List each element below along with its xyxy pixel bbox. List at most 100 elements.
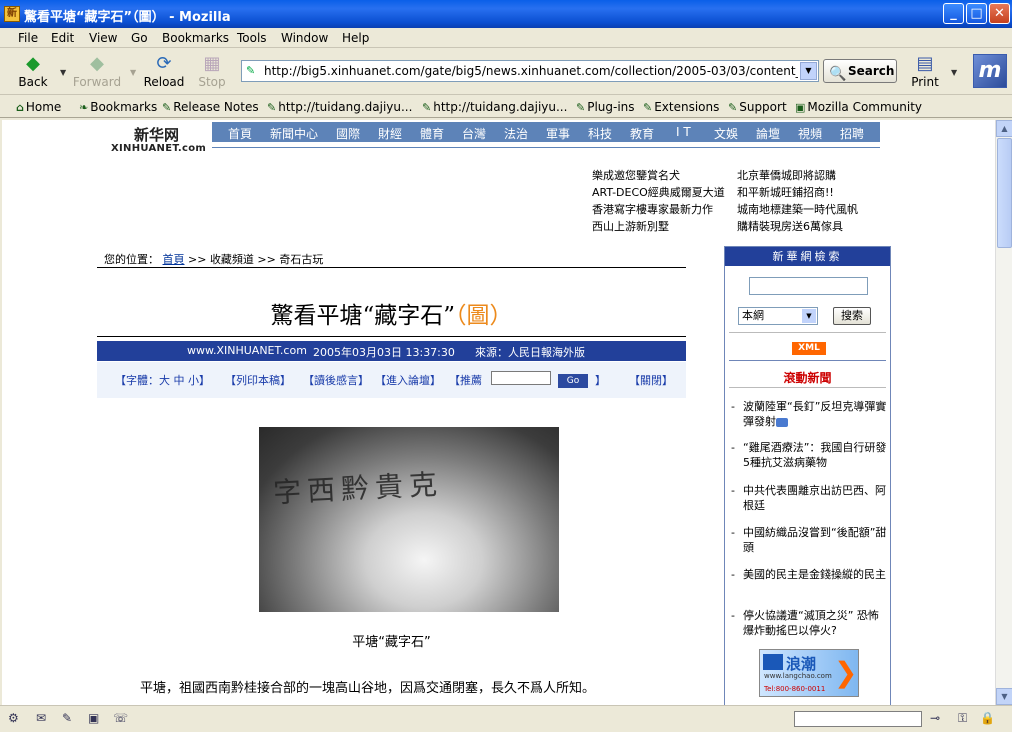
menu-tools[interactable]: Tools xyxy=(237,31,267,45)
news-item[interactable]: - 美國的民主是金錢操縱的民主 xyxy=(731,567,887,582)
menu-bookmarks[interactable]: Bookmarks xyxy=(162,31,229,45)
close-page-link[interactable]: 【關閉】 xyxy=(629,372,673,388)
topnav-item[interactable]: 首頁 xyxy=(228,125,252,142)
ad-link[interactable]: 購精裝現房送6萬傢具 xyxy=(737,218,843,234)
vertical-scrollbar[interactable]: ▲ ▼ xyxy=(995,120,1012,705)
topnav-item[interactable]: 文娛 xyxy=(714,125,738,142)
progress-meter xyxy=(794,711,922,727)
forward-button[interactable]: ◆ Forward xyxy=(72,51,122,93)
back-history-dropdown[interactable]: ▼ xyxy=(60,68,66,77)
topnav-item[interactable]: I T xyxy=(676,125,691,139)
reload-button[interactable]: ⟳ Reload xyxy=(139,51,189,93)
breadcrumb-home-link[interactable]: 首頁 xyxy=(163,253,185,266)
ad-link[interactable]: 北京華僑城即將認購 xyxy=(737,167,836,183)
address-bar[interactable]: ✎ ▼ xyxy=(241,60,819,82)
topnav-item[interactable]: 軍事 xyxy=(546,125,570,142)
recommend-email-input[interactable] xyxy=(491,371,551,385)
news-link[interactable]: 中國紡織品沒嘗到“後配額”甜頭 xyxy=(743,525,887,555)
site-logo[interactable]: 新华网 xyxy=(134,124,179,145)
ad-link[interactable]: 和平新城旺鋪招商!! xyxy=(737,184,834,200)
maximize-button[interactable]: □ xyxy=(966,3,987,24)
menu-view[interactable]: View xyxy=(89,31,117,45)
news-item[interactable]: - 停火協議遭“滅頂之災” 恐怖爆炸動搖巴以停火? xyxy=(731,608,887,638)
breadcrumb-category[interactable]: 收藏頻道 xyxy=(210,253,254,266)
recommend-close-bracket: 】 xyxy=(595,374,606,387)
topnav-item[interactable]: 科技 xyxy=(588,125,612,142)
menu-window[interactable]: Window xyxy=(281,31,328,45)
topnav-item[interactable]: 法治 xyxy=(504,125,528,142)
news-link[interactable]: 美國的民主是金錢操縱的民主 xyxy=(743,567,887,582)
topnav-item[interactable]: 財經 xyxy=(378,125,402,142)
xml-feed-badge[interactable]: XML xyxy=(792,342,826,355)
stop-button[interactable]: ▦ Stop xyxy=(187,51,237,93)
chatzilla-icon[interactable]: ☏ xyxy=(113,711,128,725)
bookmark-home[interactable]: ⌂ Home xyxy=(16,100,61,114)
composer-icon[interactable]: ✎ xyxy=(62,711,72,725)
title-bar[interactable]: 新 驚看平塘“藏字石”（圖） - Mozilla _ □ ✕ xyxy=(0,0,1012,28)
news-item[interactable]: - 中共代表團離京出訪巴西、阿根廷 xyxy=(731,483,887,513)
topnav-item[interactable]: 新聞中心 xyxy=(270,125,318,142)
site-search-input[interactable] xyxy=(749,277,868,295)
ad-link[interactable]: 香港寫字樓專家最新力作 xyxy=(592,201,713,217)
search-scope-select[interactable]: 本網 ▼ xyxy=(738,307,818,325)
scroll-down-button[interactable]: ▼ xyxy=(996,688,1012,705)
news-link[interactable]: 波蘭陸軍“長釘”反坦克導彈實彈發射 xyxy=(743,400,886,428)
recommend-go-button[interactable]: Go xyxy=(558,374,588,388)
forward-history-dropdown[interactable]: ▼ xyxy=(130,68,136,77)
menu-go[interactable]: Go xyxy=(131,31,148,45)
scroll-thumb[interactable] xyxy=(997,138,1012,248)
menu-file[interactable]: File xyxy=(18,31,38,45)
page-content[interactable]: 新华网 XINHUANET.com 首頁 新聞中心 國際 財經 體育 台灣 法治… xyxy=(2,120,995,705)
ad-link[interactable]: 城南地標建築一時代風帆 xyxy=(737,201,858,217)
bookmark-release-notes[interactable]: ✎ Release Notes xyxy=(162,100,259,114)
ad-link[interactable]: ART-DECO經典威爾夏大道 xyxy=(592,184,725,200)
print-article-link[interactable]: 【列印本稿】 xyxy=(225,372,291,388)
topnav-item[interactable]: 體育 xyxy=(420,125,444,142)
bookmark-tuidang-1[interactable]: ✎ http://tuidang.dajiyu... xyxy=(267,100,412,114)
back-button[interactable]: ◆ Back xyxy=(8,51,58,93)
bookmark-extensions[interactable]: ✎ Extensions xyxy=(643,100,719,114)
mozilla-throbber-icon[interactable]: m xyxy=(973,54,1007,88)
menu-edit[interactable]: Edit xyxy=(51,31,74,45)
news-link[interactable]: “雞尾酒療法”：我國自行研發5種抗艾滋病藥物 xyxy=(743,440,887,470)
news-item[interactable]: - “雞尾酒療法”：我國自行研發5種抗艾滋病藥物 xyxy=(731,440,887,470)
mail-icon[interactable]: ✉ xyxy=(36,711,46,725)
breadcrumb-subcategory[interactable]: 奇石古玩 xyxy=(279,253,323,266)
url-input[interactable] xyxy=(264,63,798,79)
font-size-tool[interactable]: 【字體：大 中 小】 xyxy=(115,372,210,388)
print-button[interactable]: ▤ Print xyxy=(900,51,950,93)
topnav-item[interactable]: 視頻 xyxy=(798,125,822,142)
close-button[interactable]: ✕ xyxy=(989,3,1010,24)
topnav-item[interactable]: 國際 xyxy=(336,125,360,142)
url-history-dropdown[interactable]: ▼ xyxy=(800,62,817,80)
menu-help[interactable]: Help xyxy=(342,31,369,45)
bookmark-support[interactable]: ✎ Support xyxy=(728,100,787,114)
print-options-dropdown[interactable]: ▼ xyxy=(951,68,957,77)
site-search-button[interactable]: 搜索 xyxy=(833,307,871,325)
topnav-item[interactable]: 論壇 xyxy=(756,125,780,142)
scroll-up-button[interactable]: ▲ xyxy=(996,120,1012,137)
bookmark-tuidang-2[interactable]: ✎ http://tuidang.dajiyu... xyxy=(422,100,567,114)
forum-link[interactable]: 【進入論壇】 xyxy=(375,372,441,388)
ad-link[interactable]: 樂成邀您鑒賞名犬 xyxy=(592,167,680,183)
comment-link[interactable]: 【讀後感言】 xyxy=(303,372,369,388)
bookmark-bookmarks[interactable]: ❧ Bookmarks xyxy=(79,100,157,114)
online-status-icon[interactable]: ⊸ xyxy=(930,711,940,725)
langchao-banner-ad[interactable]: 浪潮 www.langchao.com Tel:800-860-0011 ❯ xyxy=(759,649,859,697)
minimize-button[interactable]: _ xyxy=(943,3,964,24)
stone-inscription: 字西黔貴克 xyxy=(272,467,444,510)
navigator-icon[interactable]: ⚙ xyxy=(8,711,19,725)
news-item[interactable]: - 波蘭陸軍“長釘”反坦克導彈實彈發射 xyxy=(731,399,887,429)
news-item[interactable]: - 中國紡織品沒嘗到“後配額”甜頭 xyxy=(731,525,887,555)
search-button[interactable]: 🔍 Search xyxy=(823,59,897,83)
news-link[interactable]: 停火協議遭“滅頂之災” 恐怖爆炸動搖巴以停火? xyxy=(743,608,887,638)
topnav-item[interactable]: 招聘 xyxy=(840,125,864,142)
topnav-item[interactable]: 台灣 xyxy=(462,125,486,142)
news-link[interactable]: 中共代表團離京出訪巴西、阿根廷 xyxy=(743,483,887,513)
bookmark-plugins[interactable]: ✎ Plug-ins xyxy=(576,100,635,114)
topnav-item[interactable]: 教育 xyxy=(630,125,654,142)
site-logo-en[interactable]: XINHUANET.com xyxy=(111,143,206,154)
address-book-icon[interactable]: ▣ xyxy=(88,711,99,725)
ad-link[interactable]: 西山上游新別墅 xyxy=(592,218,669,234)
bookmark-mozilla-community[interactable]: ▣ Mozilla Community xyxy=(795,100,922,114)
